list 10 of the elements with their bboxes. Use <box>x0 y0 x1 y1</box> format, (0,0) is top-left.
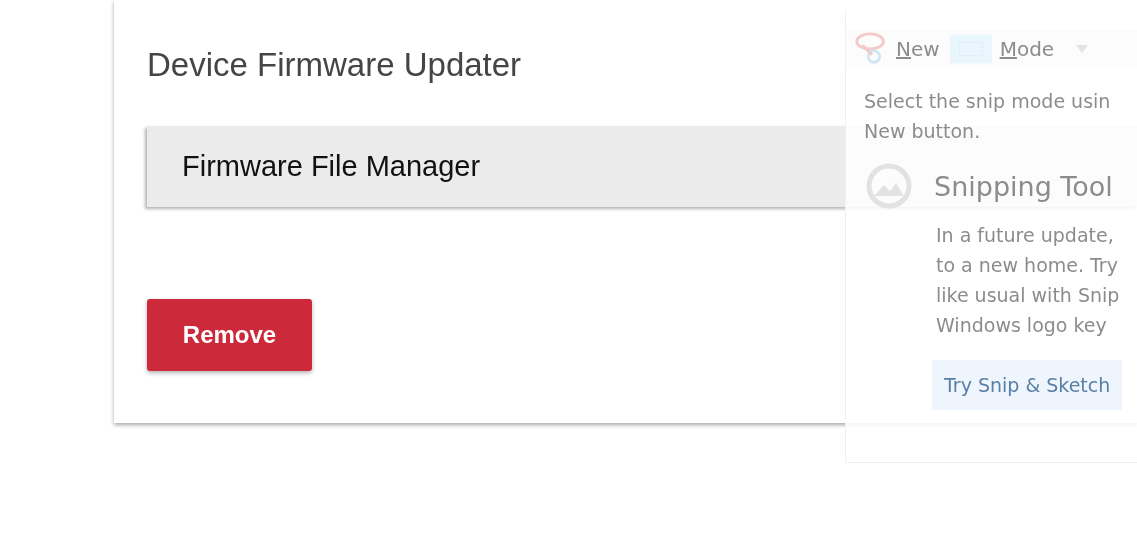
app-logo-icon <box>866 163 912 209</box>
mode-button[interactable]: Mode <box>949 34 1089 64</box>
remove-button[interactable]: Remove <box>147 299 312 371</box>
try-button[interactable]: Try Snip & Sketch <box>932 360 1123 410</box>
page-title: Device Firmware Updater <box>147 45 522 85</box>
new-button[interactable]: New <box>852 30 940 68</box>
caret-icon <box>1076 45 1089 53</box>
notice-title: Snipping Tool <box>934 170 1113 202</box>
rectangle-select-icon <box>949 34 992 64</box>
notice-text: In a future update, to a new home. Try like usual with Snip Windows logo key <box>935 223 1121 338</box>
